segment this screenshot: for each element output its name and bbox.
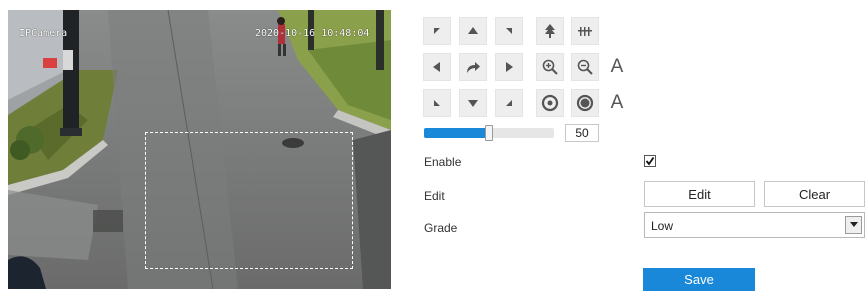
pan-up-button[interactable] (459, 17, 487, 45)
pan-up-left-icon (434, 28, 440, 34)
pan-up-icon (468, 27, 478, 34)
dropdown-arrow-icon[interactable] (845, 216, 862, 234)
edit-button[interactable]: Edit (644, 181, 755, 207)
grade-select[interactable]: Low (644, 212, 865, 238)
enable-label: Enable (424, 155, 462, 169)
pan-down-right-button[interactable] (495, 89, 523, 117)
pan-left-icon (433, 62, 440, 72)
speed-slider-fill (424, 128, 489, 138)
pan-down-button[interactable] (459, 89, 487, 117)
pan-right-button[interactable] (495, 53, 523, 81)
camera-view[interactable]: IPCamera 2020-10-16 10:48:04 (8, 10, 391, 289)
zoom-in-icon (542, 59, 558, 75)
pan-left-button[interactable] (423, 53, 451, 81)
zoom-out-button[interactable] (571, 53, 599, 81)
focus-near-button[interactable] (536, 17, 564, 45)
zoom-out-icon (577, 59, 593, 75)
roi-dashed-region[interactable] (145, 132, 353, 269)
auto-focus-label: A (610, 56, 624, 77)
pan-up-left-button[interactable] (423, 17, 451, 45)
auto-scan-button[interactable] (459, 53, 487, 81)
ptz-control-pad: A A (423, 17, 633, 122)
edit-label: Edit (424, 189, 445, 203)
focus-near-icon (545, 24, 555, 38)
pan-down-right-icon (506, 100, 512, 106)
grade-label: Grade (424, 221, 458, 235)
pan-down-left-icon (434, 100, 440, 106)
focus-far-icon (578, 27, 592, 36)
auto-iris-label: A (610, 92, 624, 113)
auto-iris-button[interactable]: A (603, 89, 631, 117)
focus-far-button[interactable] (571, 17, 599, 45)
speed-value-box[interactable]: 50 (565, 124, 599, 142)
enable-checkbox[interactable] (644, 155, 656, 167)
zoom-in-button[interactable] (536, 53, 564, 81)
iris-close-icon (576, 94, 594, 112)
auto-focus-button[interactable]: A (603, 53, 631, 81)
camera-osd-timestamp: 2020-10-16 10:48:04 (255, 28, 370, 39)
speed-slider[interactable] (424, 125, 554, 141)
pan-up-right-button[interactable] (495, 17, 523, 45)
grade-selected-value: Low (651, 219, 674, 233)
speed-slider-handle[interactable] (485, 125, 493, 141)
iris-close-button[interactable] (571, 89, 599, 117)
save-button[interactable]: Save (643, 268, 755, 291)
iris-open-icon (541, 94, 559, 112)
camera-osd-name: IPCamera (19, 28, 68, 39)
iris-open-button[interactable] (536, 89, 564, 117)
pan-down-icon (468, 100, 478, 107)
auto-scan-icon (467, 62, 480, 73)
checkmark-icon (645, 156, 655, 166)
pan-down-left-button[interactable] (423, 89, 451, 117)
pan-up-right-icon (506, 28, 512, 34)
pan-right-icon (506, 62, 513, 72)
clear-button[interactable]: Clear (764, 181, 865, 207)
